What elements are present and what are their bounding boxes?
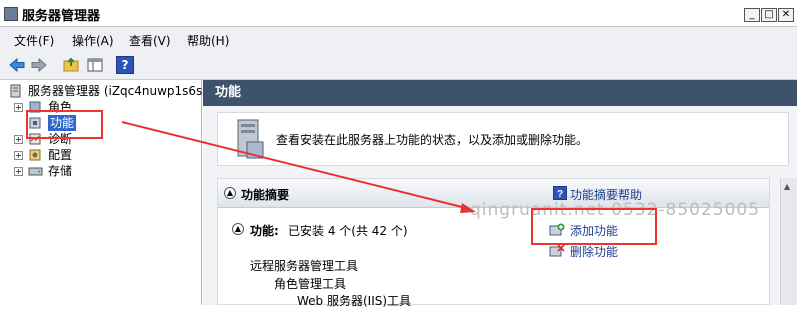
- collapse-icon[interactable]: ▲: [232, 223, 244, 235]
- expand-icon[interactable]: +: [14, 103, 23, 112]
- expand-icon[interactable]: +: [14, 135, 23, 144]
- annotation-highlight-add: [531, 208, 657, 245]
- help-icon[interactable]: ?: [116, 56, 134, 74]
- storage-icon: [28, 167, 43, 176]
- menu-view[interactable]: 查看(V): [129, 32, 171, 49]
- server-manager-icon: [4, 7, 18, 21]
- server-icon: [10, 84, 21, 98]
- expand-icon[interactable]: +: [14, 167, 23, 176]
- installed-label: 功能:: [250, 224, 279, 238]
- tree-root-label: 服务器管理器 (iZqc4nuwp1s6ss: [28, 84, 209, 98]
- minimize-button[interactable]: _: [744, 8, 760, 22]
- menu-bar: 文件(F) 操作(A) 查看(V) 帮助(H): [0, 27, 797, 51]
- description-text: 查看安装在此服务器上功能的状态，以及添加或删除功能。: [276, 133, 589, 147]
- up-folder-icon[interactable]: [62, 56, 80, 74]
- server-features-icon: [237, 119, 264, 159]
- pane-header: 功能: [203, 80, 797, 106]
- remove-feature-icon: [549, 244, 565, 257]
- tree-item-label: 存储: [48, 164, 73, 178]
- show-hide-tree-icon[interactable]: [86, 56, 104, 74]
- forward-arrow-icon[interactable]: [30, 56, 48, 74]
- annotation-highlight-tree: [26, 110, 103, 139]
- menu-file[interactable]: 文件(F): [14, 32, 54, 49]
- feature-item: 远程服务器管理工具: [250, 259, 359, 273]
- summary-title: 功能摘要: [241, 188, 290, 202]
- help-icon: ?: [553, 186, 567, 200]
- description-box: 查看安装在此服务器上功能的状态，以及添加或删除功能。: [217, 112, 789, 166]
- expand-icon[interactable]: +: [14, 151, 23, 160]
- content-pane: 功能 查看安装在此服务器上功能的状态，以及添加或删除功能。 ▲ 功能摘要 ▲ 功…: [203, 80, 797, 308]
- features-summary-section: ▲ 功能摘要 ▲ 功能: 已安装 4 个(共 42 个) 远程服务器管理工具 角…: [217, 178, 770, 308]
- svg-text:?: ?: [557, 189, 563, 200]
- feature-item: 角色管理工具: [274, 277, 347, 291]
- scroll-up-icon[interactable]: ▲: [784, 182, 790, 191]
- feature-item: Web 服务器(IIS)工具: [297, 294, 412, 308]
- tree-item-label: 配置: [48, 148, 73, 162]
- title-bar: 服务器管理器 _ □ ✕: [0, 0, 797, 27]
- configuration-icon: [29, 149, 41, 161]
- maximize-button[interactable]: □: [761, 8, 777, 22]
- back-arrow-icon[interactable]: [8, 56, 26, 74]
- remove-features-link[interactable]: 删除功能: [570, 243, 618, 260]
- menu-help[interactable]: 帮助(H): [187, 32, 229, 49]
- window-title: 服务器管理器: [22, 9, 101, 24]
- collapse-icon[interactable]: ▲: [224, 187, 236, 199]
- installed-count: 已安装 4 个(共 42 个): [288, 224, 408, 238]
- close-button[interactable]: ✕: [778, 8, 794, 22]
- toolbar: ?: [0, 51, 797, 80]
- menu-action[interactable]: 操作(A): [72, 32, 114, 49]
- vertical-scrollbar[interactable]: ▲: [780, 178, 797, 305]
